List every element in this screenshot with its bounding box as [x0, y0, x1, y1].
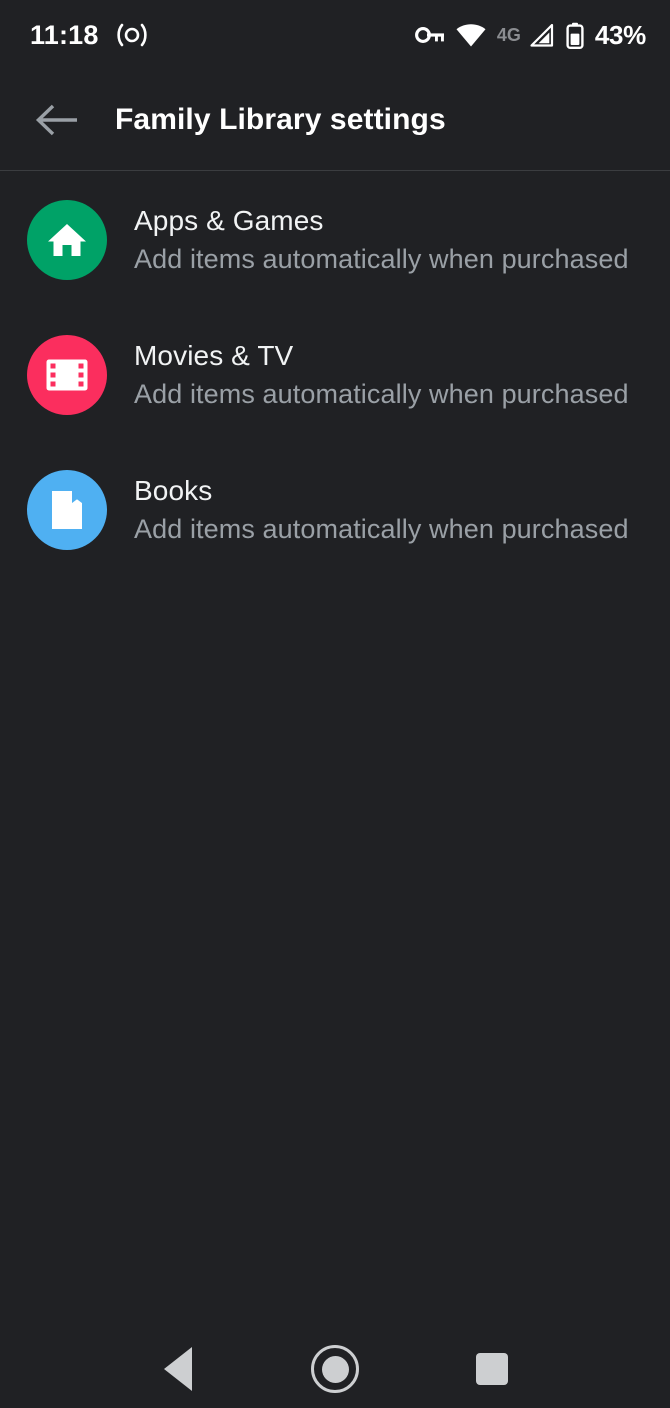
settings-list: Apps & Games Add items automatically whe…	[0, 172, 670, 577]
list-item-subtitle: Add items automatically when purchased	[134, 243, 629, 274]
app-bar: Family Library settings	[0, 70, 670, 171]
status-bar-left: 11:18	[30, 20, 149, 51]
nav-home-icon	[311, 1345, 359, 1393]
list-item-books[interactable]: Books Add items automatically when purch…	[0, 442, 670, 577]
status-clock: 11:18	[30, 19, 99, 50]
nav-home-icon-dot	[321, 1355, 349, 1383]
nav-recents-icon	[476, 1353, 508, 1385]
status-bar-right: 4G 43%	[414, 19, 646, 51]
back-arrow-icon[interactable]	[21, 84, 93, 156]
list-item-title: Books	[134, 474, 213, 506]
hotspot-icon	[115, 23, 149, 47]
vpn-key-icon	[414, 24, 445, 46]
list-item-movies-and-tv[interactable]: Movies & TV Add items automatically when…	[0, 307, 670, 442]
mobile-network-type-label: 4G	[496, 24, 521, 45]
wifi-icon	[456, 23, 486, 47]
android-navigation-bar	[0, 1330, 670, 1408]
page-title: Family Library settings	[115, 103, 446, 136]
movies-and-tv-text: Movies & TV Add items automatically when…	[134, 337, 629, 413]
nav-recents-button[interactable]	[447, 1330, 537, 1408]
battery-percent-label: 43%	[594, 19, 646, 50]
battery-icon	[566, 22, 584, 49]
books-text: Books Add items automatically when purch…	[134, 472, 629, 548]
nav-back-icon	[164, 1347, 192, 1391]
movies-and-tv-avatar	[27, 334, 107, 415]
list-item-title: Apps & Games	[134, 204, 324, 236]
film-strip-icon	[45, 357, 89, 393]
list-item-apps-and-games[interactable]: Apps & Games Add items automatically whe…	[0, 172, 670, 307]
apps-and-games-text: Apps & Games Add items automatically whe…	[134, 202, 629, 278]
phone-screen: 11:18 4G 43% Family Library settings App…	[0, 0, 670, 1408]
list-item-subtitle: Add items automatically when purchased	[134, 513, 629, 544]
apps-and-games-avatar	[27, 199, 107, 280]
nav-home-button[interactable]	[290, 1330, 380, 1408]
book-icon	[48, 489, 86, 531]
status-bar: 11:18 4G 43%	[0, 0, 670, 70]
list-item-subtitle: Add items automatically when purchased	[134, 378, 629, 409]
cellular-signal-icon	[529, 23, 555, 47]
nav-back-button[interactable]	[133, 1330, 223, 1408]
books-avatar	[27, 469, 107, 550]
list-item-title: Movies & TV	[134, 339, 294, 371]
home-icon	[45, 220, 89, 260]
